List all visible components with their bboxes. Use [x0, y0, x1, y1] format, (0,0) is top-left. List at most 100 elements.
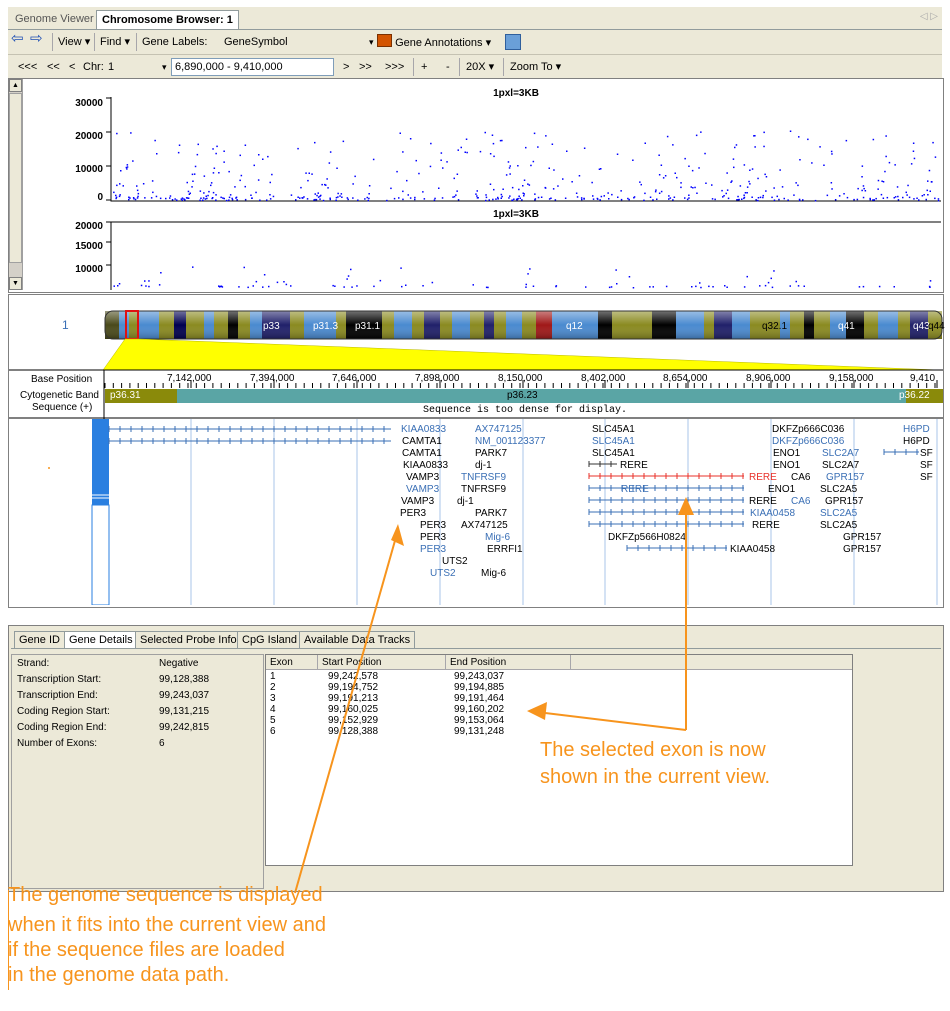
tab-gene-id[interactable]: Gene ID	[14, 631, 65, 649]
table-cell[interactable]: 4	[270, 704, 276, 715]
table-cell[interactable]: 6	[270, 726, 276, 737]
gene-label[interactable]: SLC2A7	[822, 460, 859, 471]
view-menu[interactable]: View ▾	[58, 34, 90, 50]
gene-label[interactable]: UTS2	[430, 568, 456, 579]
gene-label[interactable]: VAMP3	[401, 496, 434, 507]
table-cell[interactable]: 99,153,064	[454, 715, 504, 726]
gene-label[interactable]: ENO1	[773, 460, 800, 471]
gene-label[interactable]: RERE	[620, 460, 648, 471]
table-cell[interactable]: 1	[270, 671, 276, 682]
gene-label[interactable]: Mig-6	[485, 532, 510, 543]
gene-label[interactable]: SLC45A1	[592, 424, 635, 435]
gene-label[interactable]: ENO1	[773, 448, 800, 459]
gene-label[interactable]: TNFRSF9	[461, 472, 506, 483]
tab-gene-details[interactable]: Gene Details	[64, 631, 138, 649]
gene-label[interactable]: RERE	[749, 496, 777, 507]
table-cell[interactable]: 99,152,929	[328, 715, 378, 726]
gene-label[interactable]: GPR157	[825, 496, 863, 507]
gene-label[interactable]: PER3	[420, 544, 446, 555]
gene-label[interactable]: GPR157	[843, 532, 881, 543]
tab-cpg-island[interactable]: CpG Island	[237, 631, 303, 649]
gene-annotations-menu[interactable]: Gene Annotations ▾	[377, 34, 491, 50]
start-position-column-header[interactable]: Start Position	[318, 655, 446, 670]
table-cell[interactable]: 2	[270, 682, 276, 693]
chevron-down-icon[interactable]: ▾	[162, 59, 167, 75]
gene-label[interactable]: CAMTA1	[402, 448, 442, 459]
gene-label[interactable]: DKFZp666C036	[772, 424, 844, 435]
tab-genome-viewer[interactable]: Genome Viewer	[10, 10, 99, 28]
table-cell[interactable]: 5	[270, 715, 276, 726]
gene-label[interactable]: UTS2	[442, 556, 468, 567]
table-cell[interactable]: 99,128,388	[328, 726, 378, 737]
gene-label[interactable]: SLC2A5	[820, 508, 857, 519]
scroll-right-button[interactable]: >	[343, 59, 349, 75]
position-range-input[interactable]: 6,890,000 - 9,410,000	[171, 58, 334, 76]
tab-available-data-tracks[interactable]: Available Data Tracks	[299, 631, 416, 649]
scroll-far-left-button[interactable]: <<<	[18, 59, 37, 75]
table-cell[interactable]: 99,194,885	[454, 682, 504, 693]
gene-label[interactable]: dj-1	[457, 496, 474, 507]
find-menu[interactable]: Find ▾	[100, 34, 130, 50]
gene-label[interactable]: AX747125	[461, 520, 508, 531]
gene-label[interactable]: dj-1	[475, 460, 492, 471]
scroll-right-double-button[interactable]: >>	[359, 59, 372, 75]
gene-label[interactable]: GPR157	[826, 472, 864, 483]
gene-label[interactable]: ENO1	[768, 484, 795, 495]
gene-label[interactable]: DKFZp566H0824	[608, 532, 686, 543]
gene-label[interactable]: SF	[920, 460, 933, 471]
back-arrow-icon[interactable]: ⇦	[11, 31, 24, 47]
gene-label[interactable]: SF	[920, 472, 933, 483]
table-cell[interactable]: 99,243,037	[454, 671, 504, 682]
gene-label[interactable]: RERE	[752, 520, 780, 531]
zoom-out-button[interactable]: -	[446, 59, 450, 75]
gene-label[interactable]: H6PD	[903, 424, 930, 435]
gene-label[interactable]: RERE	[621, 484, 649, 495]
zoom-to-menu[interactable]: Zoom To ▾	[510, 59, 561, 75]
gene-label[interactable]: KIAA0458	[730, 544, 775, 555]
gene-label[interactable]: PARK7	[475, 448, 507, 459]
gene-label[interactable]: TNFRSF9	[461, 484, 506, 495]
table-cell[interactable]: 99,242,578	[328, 671, 378, 682]
gene-label[interactable]: KIAA0458	[750, 508, 795, 519]
gene-label[interactable]: SF	[920, 448, 933, 459]
gene-label[interactable]: AX747125	[475, 424, 522, 435]
zoom-level-select[interactable]: 20X ▾	[466, 59, 494, 75]
gene-label[interactable]: SLC45A1	[592, 436, 635, 447]
gene-label[interactable]: KIAA0833	[401, 424, 446, 435]
gene-label[interactable]: PER3	[400, 508, 426, 519]
table-cell[interactable]: 99,191,464	[454, 693, 504, 704]
gene-label[interactable]: CA6	[791, 496, 810, 507]
gene-label[interactable]: CAMTA1	[402, 436, 442, 447]
tab-chromosome-browser[interactable]: Chromosome Browser: 1	[96, 10, 239, 29]
gene-label[interactable]: DKFZp666C036	[772, 436, 844, 447]
table-cell[interactable]: 99,194,752	[328, 682, 378, 693]
gene-label[interactable]: NM_001123377	[475, 436, 545, 447]
table-cell[interactable]: 99,191,213	[328, 693, 378, 704]
gene-label-selected[interactable]: RERE	[749, 472, 777, 483]
table-cell[interactable]: 99,160,025	[328, 704, 378, 715]
scroll-left-button[interactable]: <	[69, 59, 75, 75]
end-position-column-header[interactable]: End Position	[446, 655, 571, 670]
gene-label[interactable]: CA6	[791, 472, 810, 483]
chevron-down-icon[interactable]: ▾	[369, 34, 374, 50]
tab-selected-probe-info[interactable]: Selected Probe Info	[135, 631, 242, 649]
gene-label[interactable]: H6PD	[903, 436, 930, 447]
forward-arrow-icon[interactable]: ⇨	[30, 31, 43, 47]
zoom-in-button[interactable]: +	[421, 59, 427, 75]
scroll-far-right-button[interactable]: >>>	[385, 59, 404, 75]
gene-label[interactable]: GPR157	[843, 544, 881, 555]
table-cell[interactable]: 99,131,248	[454, 726, 504, 737]
exon-column-header[interactable]: Exon	[266, 655, 318, 670]
gene-label[interactable]: SLC2A5	[820, 520, 857, 531]
gene-label[interactable]: SLC2A5	[820, 484, 857, 495]
gene-label[interactable]: KIAA0833	[403, 460, 448, 471]
gene-label[interactable]: PARK7	[475, 508, 507, 519]
gene-label[interactable]: ERRFI1	[487, 544, 523, 555]
gene-label[interactable]: PER3	[420, 532, 446, 543]
tab-scroll-arrows-icon[interactable]: ◁ ▷	[920, 11, 938, 22]
scroll-left-double-button[interactable]: <<	[47, 59, 60, 75]
table-cell[interactable]: 99,160,202	[454, 704, 504, 715]
gene-labels-select[interactable]: GeneSymbol	[220, 33, 383, 51]
gene-label[interactable]: VAMP3	[406, 472, 439, 483]
gene-label[interactable]: SLC2A7	[822, 448, 859, 459]
